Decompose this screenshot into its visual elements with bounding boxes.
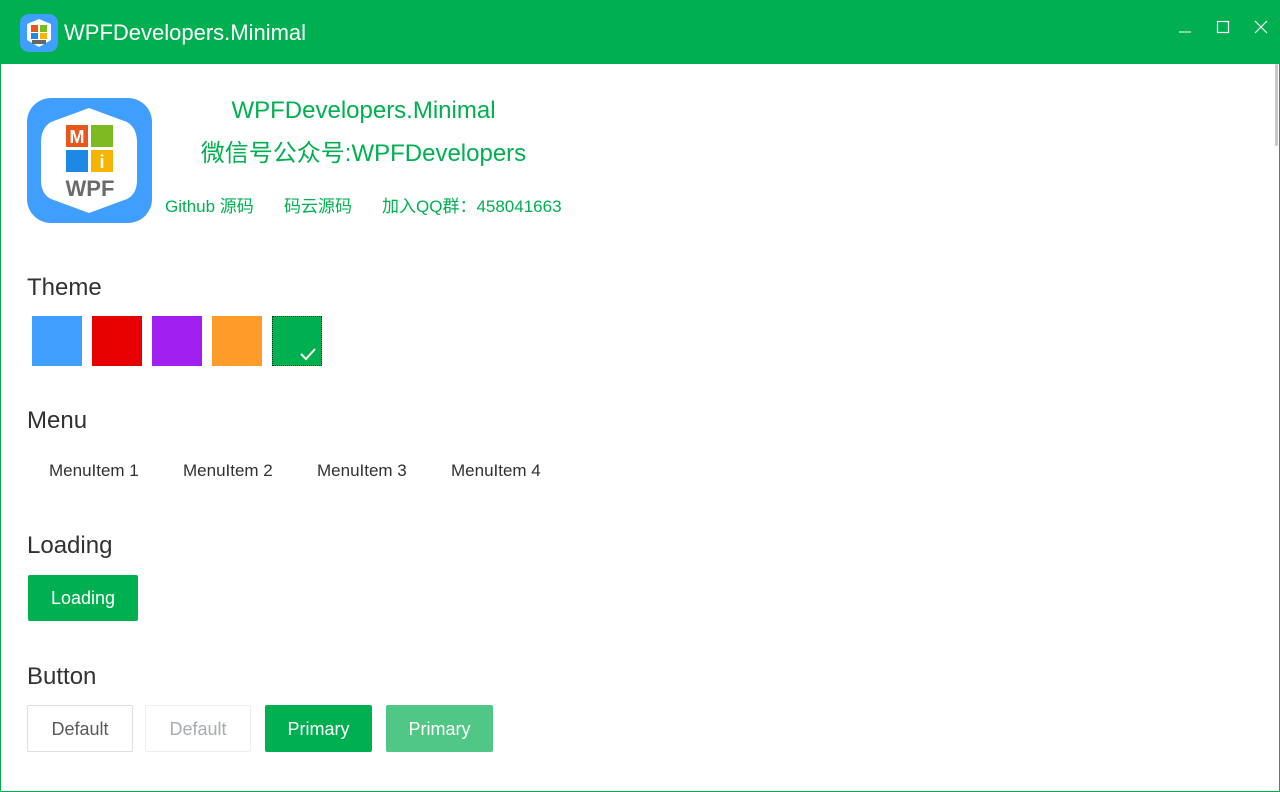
- window-title: WPFDevelopers.Minimal: [64, 20, 307, 45]
- menu-item-4[interactable]: MenuItem 4: [451, 460, 541, 482]
- wechat-heading: 微信号公众号:WPFDevelopers: [200, 140, 527, 167]
- maximize-icon: [1216, 20, 1230, 34]
- title-bar[interactable]: WPFDevelopers.Minimal: [1, 1, 1279, 64]
- close-button[interactable]: [1249, 15, 1273, 39]
- menu-item-1[interactable]: MenuItem 1: [49, 460, 139, 482]
- minimize-button[interactable]: [1173, 15, 1197, 39]
- logo-letter-m: M: [70, 127, 85, 147]
- primary-button[interactable]: Primary: [265, 705, 372, 752]
- theme-swatch-2[interactable]: [92, 316, 142, 366]
- maximize-button[interactable]: [1211, 15, 1235, 39]
- app-logo-icon: [20, 14, 58, 52]
- gitee-link[interactable]: 码云源码: [284, 196, 352, 218]
- scrollbar-thumb[interactable]: [1275, 64, 1278, 146]
- theme-swatch-3[interactable]: [152, 316, 202, 366]
- button-section-title: Button: [27, 663, 97, 690]
- primary-disabled-button[interactable]: Primary: [386, 705, 493, 752]
- default-disabled-button[interactable]: Default: [145, 705, 251, 752]
- app-name-heading: WPFDevelopers.Minimal: [231, 97, 496, 124]
- menu-item-2[interactable]: MenuItem 2: [183, 460, 273, 482]
- loading-button[interactable]: Loading: [28, 575, 138, 621]
- default-button[interactable]: Default: [27, 705, 133, 752]
- minimize-icon: [1179, 31, 1191, 33]
- theme-swatch-1[interactable]: [32, 316, 82, 366]
- qq-group-link[interactable]: 加入QQ群：458041663: [382, 196, 562, 218]
- loading-section-title: Loading: [27, 532, 113, 559]
- vertical-scrollbar[interactable]: [1274, 64, 1279, 791]
- app-window: WPFDevelopers.Minimal M i WPF WPFDevelop…: [0, 0, 1280, 792]
- logo-letter-i: i: [99, 152, 104, 172]
- wpf-logo: M i WPF: [27, 98, 152, 223]
- logo-wpf-text: WPF: [66, 176, 115, 201]
- checkmark-icon: [300, 348, 316, 361]
- theme-section-title: Theme: [27, 274, 102, 301]
- menu-section-title: Menu: [27, 407, 88, 434]
- close-icon: [1254, 20, 1268, 34]
- github-link[interactable]: Github 源码: [165, 196, 254, 218]
- menu-item-3[interactable]: MenuItem 3: [317, 460, 407, 482]
- theme-swatch-4[interactable]: [212, 316, 262, 366]
- theme-swatch-5[interactable]: [272, 316, 322, 366]
